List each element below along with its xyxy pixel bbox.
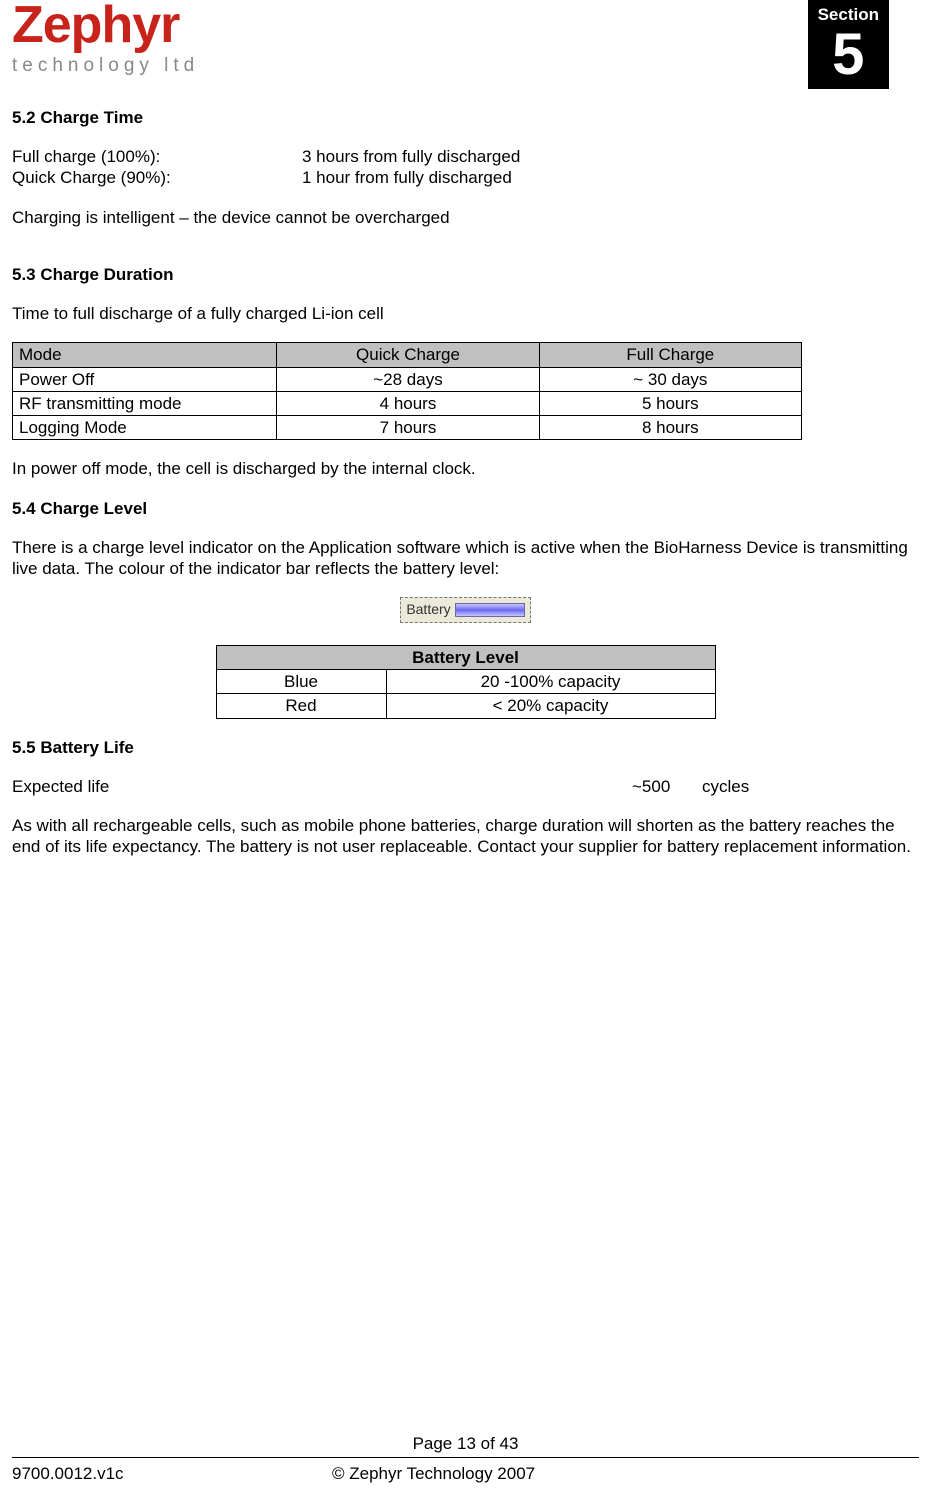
charge-level-para: There is a charge level indicator on the… (12, 537, 919, 580)
copyright: © Zephyr Technology 2007 (332, 1464, 919, 1484)
cell: Logging Mode (13, 416, 277, 440)
section-label: Section (818, 6, 879, 23)
table-header-row: Battery Level (216, 645, 715, 669)
th-battery-level: Battery Level (216, 645, 715, 669)
cell: Blue (216, 670, 386, 694)
expected-life-unit: cycles (702, 776, 749, 797)
full-charge-value: 3 hours from fully discharged (302, 146, 520, 167)
cell: 4 hours (277, 391, 539, 415)
cell: < 20% capacity (386, 694, 715, 718)
cell: ~ 30 days (539, 367, 801, 391)
heading-5-2: 5.2 Charge Time (12, 107, 919, 128)
full-charge-label: Full charge (100%): (12, 146, 302, 167)
cell: Red (216, 694, 386, 718)
cell: 20 -100% capacity (386, 670, 715, 694)
quick-charge-value: 1 hour from fully discharged (302, 167, 512, 188)
cell: ~28 days (277, 367, 539, 391)
table-row: Logging Mode 7 hours 8 hours (13, 416, 802, 440)
page-footer: Page 13 of 43 9700.0012.v1c © Zephyr Tec… (12, 1434, 919, 1484)
discharge-intro: Time to full discharge of a fully charge… (12, 303, 919, 324)
section-tag: Section 5 (808, 0, 889, 89)
table-row: Power Off ~28 days ~ 30 days (13, 367, 802, 391)
table-row: Blue 20 -100% capacity (216, 670, 715, 694)
battery-indicator-widget: Battery (400, 597, 530, 623)
th-quick: Quick Charge (277, 343, 539, 367)
logo: Zephyr technology ltd (12, 0, 199, 77)
page-number: Page 13 of 43 (12, 1434, 919, 1458)
battery-bar-icon (455, 603, 525, 617)
expected-life-label: Expected life (12, 776, 632, 797)
cell: 8 hours (539, 416, 801, 440)
discharge-note: In power off mode, the cell is discharge… (12, 458, 919, 479)
heading-5-3: 5.3 Charge Duration (12, 264, 919, 285)
expected-life-row: Expected life ~500 cycles (12, 776, 919, 797)
heading-5-4: 5.4 Charge Level (12, 498, 919, 519)
charge-time-row: Full charge (100%): 3 hours from fully d… (12, 146, 919, 167)
logo-subtitle: technology ltd (12, 55, 199, 77)
expected-life-value: ~500 (632, 776, 702, 797)
table-row: RF transmitting mode 4 hours 5 hours (13, 391, 802, 415)
cell: Power Off (13, 367, 277, 391)
th-full: Full Charge (539, 343, 801, 367)
charge-note: Charging is intelligent – the device can… (12, 207, 919, 228)
cell: 7 hours (277, 416, 539, 440)
charge-time-row: Quick Charge (90%): 1 hour from fully di… (12, 167, 919, 188)
battery-widget-label: Battery (406, 601, 450, 619)
th-mode: Mode (13, 343, 277, 367)
quick-charge-label: Quick Charge (90%): (12, 167, 302, 188)
section-number: 5 (818, 23, 879, 87)
logo-main: Zephyr (12, 2, 199, 49)
battery-life-para: As with all rechargeable cells, such as … (12, 815, 919, 858)
battery-level-table: Battery Level Blue 20 -100% capacity Red… (216, 645, 716, 719)
table-row: Red < 20% capacity (216, 694, 715, 718)
heading-5-5: 5.5 Battery Life (12, 737, 919, 758)
cell: RF transmitting mode (13, 391, 277, 415)
table-header-row: Mode Quick Charge Full Charge (13, 343, 802, 367)
doc-id: 9700.0012.v1c (12, 1464, 332, 1484)
discharge-table: Mode Quick Charge Full Charge Power Off … (12, 342, 802, 440)
cell: 5 hours (539, 391, 801, 415)
